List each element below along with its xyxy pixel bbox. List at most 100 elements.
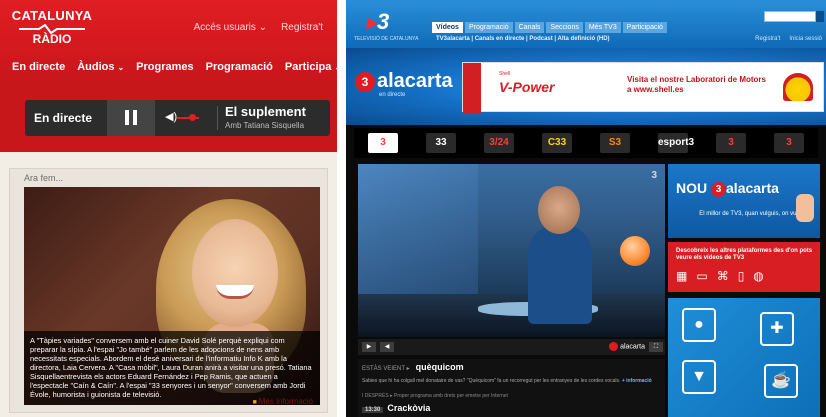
next-row: I DESPRÉS ▸ Proper programa amb drets pe… (362, 393, 508, 399)
fullscreen-button[interactable]: ⛶ (649, 342, 663, 352)
promo-mark: 3 (711, 181, 727, 197)
promo-illustrations[interactable]: ● ✚ ▼ ☕ (668, 298, 820, 417)
apple-icon: ● (682, 308, 716, 342)
promo-nou: NOU 3 alacarta (676, 180, 779, 197)
alacarta-logo[interactable]: 3 alacarta en directe (355, 70, 453, 98)
desc-text: Sabies que hi ha colgall mel donataire d… (362, 378, 621, 384)
channel-bar: 3 33 3/24 C33 S3 esport3 3 3 (354, 128, 818, 158)
video-controls: ▶ ◀ alacarta ⛶ (358, 339, 665, 355)
tab-programacio[interactable]: Programació (464, 22, 513, 33)
volume-slider[interactable]: ◀) (165, 110, 205, 126)
register-link[interactable]: Registra't (755, 36, 780, 42)
channel-33[interactable]: 33 (426, 133, 456, 153)
nav-item-live[interactable]: En directe (12, 61, 65, 79)
next-time: 13:30 (362, 407, 384, 413)
show-title[interactable]: El suplement (225, 104, 306, 119)
nav-item-schedule[interactable]: Programació (206, 61, 273, 79)
platform-icons: ▦ ▭ ⌘ ▯ ◍ (676, 269, 764, 283)
alacarta-mark: 3 (355, 71, 375, 92)
tv3-arrow-icon: ▸ (366, 12, 377, 34)
tv3-subnav[interactable]: TV3alacarta | Canals en directe | Podcas… (436, 36, 610, 42)
channel-tv3[interactable]: 3 (368, 133, 398, 153)
chevron-down-icon: ⌄ (258, 22, 268, 33)
photo-caption: A "Tàpies variades" conversem amb el cui… (24, 331, 320, 405)
channel-esport3[interactable]: esport3 (658, 133, 694, 153)
shell-ad-banner[interactable]: Shell V-Power Visita el nostre Laborator… (462, 62, 824, 113)
promo-word: alacarta (726, 180, 779, 196)
nav-item-programs[interactable]: Programes (136, 61, 193, 79)
video-player[interactable]: 3 (358, 164, 665, 337)
login-link[interactable]: Accés usuaris ⌄ (194, 22, 267, 33)
alacarta-sub: en directe (379, 92, 406, 98)
tab-canals[interactable]: Canals (514, 22, 545, 33)
channel-super3[interactable]: S3 (600, 133, 630, 153)
header: CATALUNYA RÀDIO Accés usuaris ⌄ Registra… (0, 0, 337, 84)
logo-line2: RÀDIO (32, 32, 72, 46)
live-label[interactable]: En directe (25, 100, 101, 136)
nav-label: Programació (205, 61, 273, 73)
pause-button[interactable] (107, 100, 155, 136)
alacarta-word: alacarta (377, 70, 453, 92)
chevron-down-icon: ⌄ (117, 63, 125, 72)
promo-platforms[interactable]: Descobreix les altres plataformes des d'… (668, 242, 820, 292)
ice-cream-icon: ▼ (682, 360, 716, 394)
nav-label: En directe (12, 61, 66, 73)
tab-participacio[interactable]: Participació (622, 22, 667, 33)
register-link[interactable]: Registra't (281, 22, 323, 33)
login-link[interactable]: Inicia sessió (789, 36, 822, 42)
logo[interactable]: CATALUNYA RÀDIO (9, 9, 95, 49)
ad-brand-small: Shell (499, 71, 511, 77)
main-nav: En directe Àudios ⌄ Programes Programació… (0, 61, 337, 79)
channel-tv3cat[interactable]: 3 (716, 133, 746, 153)
promo-nou-text: NOU (676, 180, 708, 196)
channel-3-other[interactable]: 3 (774, 133, 804, 153)
next-title: Crackòvia (387, 403, 431, 413)
volume-button[interactable]: ◀ (380, 342, 394, 352)
catalunya-radio-panel: CATALUNYA RÀDIO Accés usuaris ⌄ Registra… (0, 0, 337, 417)
controls-logo: alacarta (609, 342, 645, 351)
tv3-logo[interactable]: ▸3 (366, 9, 389, 35)
tv3-header: ▸3 TELEVISIÓ DE CATALUNYA Vídeos Program… (346, 0, 826, 48)
nav-item-participate[interactable]: Participa⌄ (285, 61, 337, 79)
video-watermark: 3 (651, 170, 657, 181)
search-input[interactable] (764, 11, 816, 22)
tv3-logo-sub: TELEVISIÓ DE CATALUNYA (354, 36, 419, 42)
channel-c33[interactable]: C33 (542, 133, 572, 153)
volume-knob[interactable] (189, 114, 196, 121)
tv-icon: ▭ (696, 269, 708, 283)
video-presenter-head (538, 186, 580, 234)
now-watching-label: ESTÀS VEIENT (362, 366, 405, 372)
coffee-cup-icon: ☕ (764, 364, 798, 398)
fullscreen-icon: ⛶ (653, 344, 659, 350)
alacarta-dot-icon (609, 342, 619, 351)
more-info-link[interactable]: Més informació (253, 397, 313, 406)
mobile-icon: ▯ (737, 269, 745, 283)
chevron-down-icon: ⌄ (334, 63, 337, 72)
ad-text: Visita el nostre Laboratori de Motors a … (627, 75, 766, 94)
pointing-hand-icon (796, 194, 814, 222)
now-watching: ESTÀS VEIENT ▸ quèquicom (362, 362, 464, 372)
plus-icon: ✚ (760, 312, 794, 346)
speaker-icon: ◀) (165, 111, 178, 123)
speaker-icon: ◀ (384, 344, 390, 350)
promo-platforms-text: Descobreix les altres plataformes des d'… (676, 248, 813, 261)
promo-new-alacarta[interactable]: NOU 3 alacarta El millor de TV3, quan vul… (668, 164, 820, 238)
now-playing-box: Ara fem... A "Tàpies variades" conversem… (9, 168, 328, 413)
tab-videos[interactable]: Vídeos (432, 22, 463, 33)
program-title[interactable]: quèquicom (416, 362, 464, 372)
search-button[interactable] (816, 11, 824, 22)
play-button[interactable]: ▶ (362, 342, 376, 352)
pause-icon (125, 110, 129, 125)
tab-seccions[interactable]: Seccions (546, 22, 583, 33)
photo-face (192, 219, 278, 327)
channel-324[interactable]: 3/24 (484, 133, 514, 153)
tab-mes-tv3[interactable]: Més TV3 (584, 22, 621, 33)
account-links: Registra't Inicia sessió (755, 36, 822, 42)
more-info-link[interactable]: + informació (622, 378, 652, 384)
video-set-wall (358, 164, 478, 294)
tv3-logo-text: 3 (377, 9, 390, 34)
next-program[interactable]: 13:30 Crackòvia (362, 403, 434, 413)
tv3-tabs: Vídeos Programació Canals Seccions Més T… (432, 22, 667, 33)
nav-item-audios[interactable]: Àudios ⌄ (77, 61, 124, 79)
nav-label: Àudios (77, 61, 115, 73)
